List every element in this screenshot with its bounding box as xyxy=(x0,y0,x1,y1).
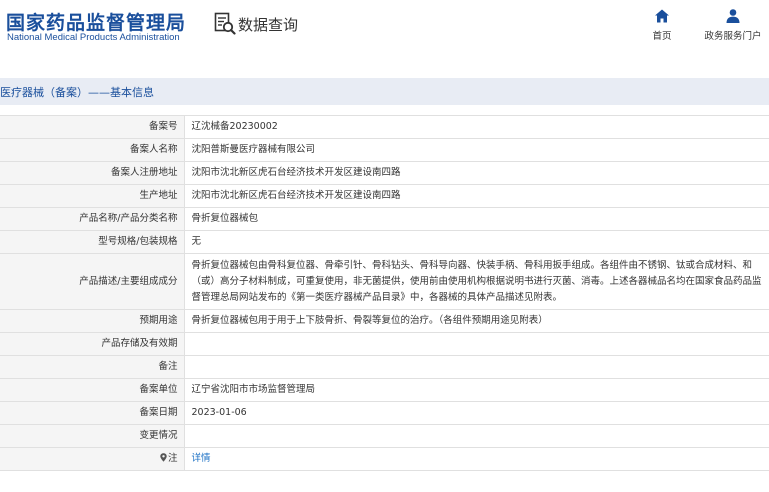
row-value: 沈阳市沈北新区虎石台经济技术开发区建设南四路 xyxy=(184,161,769,185)
row-label: 变更情况 xyxy=(0,424,185,448)
table-row: 备案人注册地址 沈阳市沈北新区虎石台经济技术开发区建设南四路 xyxy=(0,161,769,185)
row-value: 详情 xyxy=(184,447,769,471)
table-row: 注 详情 xyxy=(0,447,769,471)
row-label: 产品存储及有效期 xyxy=(0,332,185,356)
table-row: 备案日期 2023-01-06 xyxy=(0,401,769,425)
section-title-bar: 医疗器械（备案）——基本信息 xyxy=(0,78,769,105)
table-row: 备注 xyxy=(0,355,769,379)
details-link[interactable]: 详情 xyxy=(192,453,211,464)
table-row: 备案人名称 沈阳普斯曼医疗器械有限公司 xyxy=(0,138,769,162)
table-row: 产品描述/主要组成成分 骨折复位器械包由骨科复位器、骨牵引针、骨科钻头、骨科导向… xyxy=(0,253,769,310)
row-label-note: 注 xyxy=(0,447,185,471)
home-icon xyxy=(655,9,669,23)
table-row: 变更情况 xyxy=(0,424,769,448)
table-row: 产品存储及有效期 xyxy=(0,332,769,356)
row-value: 骨折复位器械包由骨科复位器、骨牵引针、骨科钻头、骨科导向器、快装手柄、骨科用扳手… xyxy=(184,253,769,310)
row-label: 注 xyxy=(167,453,178,464)
location-pin-icon xyxy=(160,453,167,462)
section-title: 医疗器械（备案）——基本信息 xyxy=(0,86,154,99)
row-value: 沈阳普斯曼医疗器械有限公司 xyxy=(184,138,769,162)
row-label: 备案号 xyxy=(0,115,185,139)
table-row: 备案单位 辽宁省沈阳市市场监督管理局 xyxy=(0,378,769,402)
row-label: 型号规格/包装规格 xyxy=(0,230,185,254)
table-row: 预期用途 骨折复位器械包用于用于上下肢骨折、骨裂等复位的治疗。（各组件预期用途见… xyxy=(0,309,769,333)
row-label: 备案单位 xyxy=(0,378,185,402)
row-value xyxy=(184,355,769,379)
row-value: 辽宁省沈阳市市场监督管理局 xyxy=(184,378,769,402)
table-row: 生产地址 沈阳市沈北新区虎石台经济技术开发区建设南四路 xyxy=(0,184,769,208)
record-info-table: 备案号 辽沈械备20230002 备案人名称 沈阳普斯曼医疗器械有限公司 备案人… xyxy=(0,115,769,471)
row-label: 备案日期 xyxy=(0,401,185,425)
row-label: 备注 xyxy=(0,355,185,379)
user-icon xyxy=(726,9,740,23)
document-search-icon xyxy=(214,12,236,35)
row-value: 2023-01-06 xyxy=(184,401,769,425)
table-row: 产品名称/产品分类名称 骨折复位器械包 xyxy=(0,207,769,231)
row-value: 沈阳市沈北新区虎石台经济技术开发区建设南四路 xyxy=(184,184,769,208)
row-value xyxy=(184,424,769,448)
table-row: 备案号 辽沈械备20230002 xyxy=(0,115,769,139)
row-value: 骨折复位器械包 xyxy=(184,207,769,231)
nav-home[interactable]: 首页 xyxy=(645,8,679,42)
logo-title-cn[interactable]: 国家药品监督管理局 xyxy=(6,8,186,35)
row-value: 无 xyxy=(184,230,769,254)
logo-title-en[interactable]: National Medical Products Administration xyxy=(7,32,180,43)
data-query-link[interactable]: 数据查询 xyxy=(214,11,298,37)
row-value: 辽沈械备20230002 xyxy=(184,115,769,139)
nav-service-portal[interactable]: 政务服务门户 xyxy=(700,8,766,42)
page-header: 国家药品监督管理局 National Medical Products Admi… xyxy=(0,0,769,56)
row-label: 生产地址 xyxy=(0,184,185,208)
row-value: 骨折复位器械包用于用于上下肢骨折、骨裂等复位的治疗。（各组件预期用途见附表） xyxy=(184,309,769,333)
row-label: 产品名称/产品分类名称 xyxy=(0,207,185,231)
row-value xyxy=(184,332,769,356)
row-label: 预期用途 xyxy=(0,309,185,333)
nav-service-portal-label: 政务服务门户 xyxy=(704,31,762,42)
row-label: 备案人注册地址 xyxy=(0,161,185,185)
table-row: 型号规格/包装规格 无 xyxy=(0,230,769,254)
row-label: 备案人名称 xyxy=(0,138,185,162)
nav-home-label: 首页 xyxy=(652,31,672,42)
row-label: 产品描述/主要组成成分 xyxy=(0,253,185,310)
data-query-label: 数据查询 xyxy=(238,15,299,34)
